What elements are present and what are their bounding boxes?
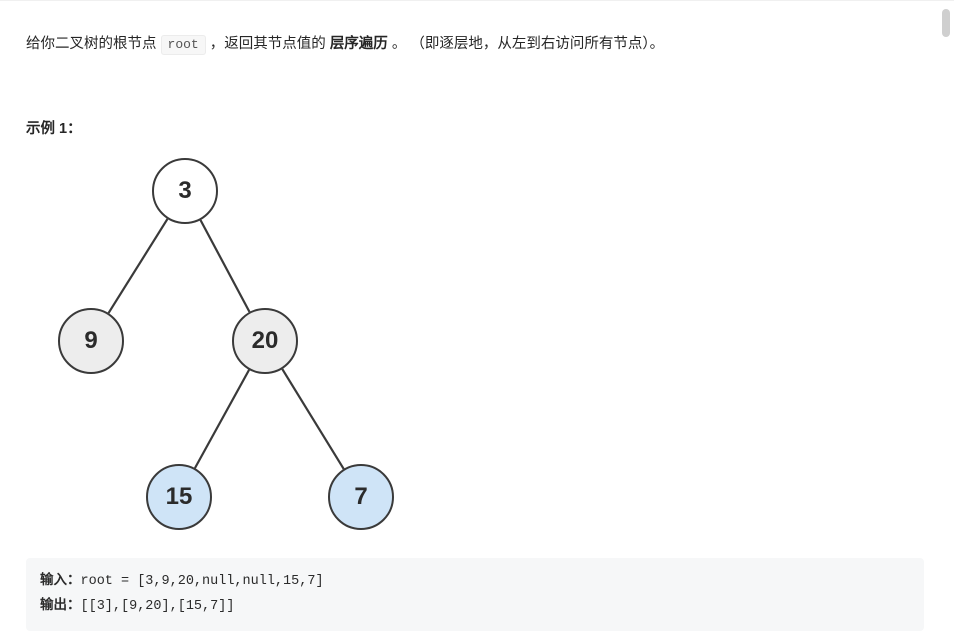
output-value: [[3],[9,20],[15,7]] [81, 599, 235, 614]
tree-node-15: 15 [146, 464, 212, 530]
desc-middle: ，返回其节点值的 [210, 36, 330, 52]
desc-suffix: 。 （即逐层地，从左到右访问所有节点）。 [392, 36, 664, 52]
desc-strong: 层序遍历 [330, 36, 388, 52]
root-code-token: root [161, 35, 206, 55]
output-line: 输出：[[3],[9,20],[15,7]] [40, 593, 910, 619]
tree-node-7: 7 [328, 464, 394, 530]
example-code-block: 输入：root = [3,9,20,null,null,15,7] 输出：[[3… [26, 558, 924, 631]
example-title: 示例 1： [26, 117, 928, 138]
tree-node-20: 20 [232, 308, 298, 374]
tree-edge [195, 369, 249, 467]
desc-prefix: 给你二叉树的根节点 [26, 36, 161, 52]
input-line: 输入：root = [3,9,20,null,null,15,7] [40, 568, 910, 594]
tree-diagram: 3 9 20 15 7 [28, 146, 408, 546]
tree-edge [201, 220, 250, 312]
tree-edge [282, 369, 343, 469]
scrollbar-thumb[interactable] [942, 9, 950, 37]
tree-node-3: 3 [152, 158, 218, 224]
input-value: root = [3,9,20,null,null,15,7] [81, 574, 324, 589]
input-label: 输入： [40, 572, 81, 587]
output-label: 输出： [40, 597, 81, 612]
tree-edge [109, 219, 168, 313]
tree-node-9: 9 [58, 308, 124, 374]
problem-description: 给你二叉树的根节点 root ，返回其节点值的 层序遍历 。 （即逐层地，从左到… [26, 31, 928, 59]
